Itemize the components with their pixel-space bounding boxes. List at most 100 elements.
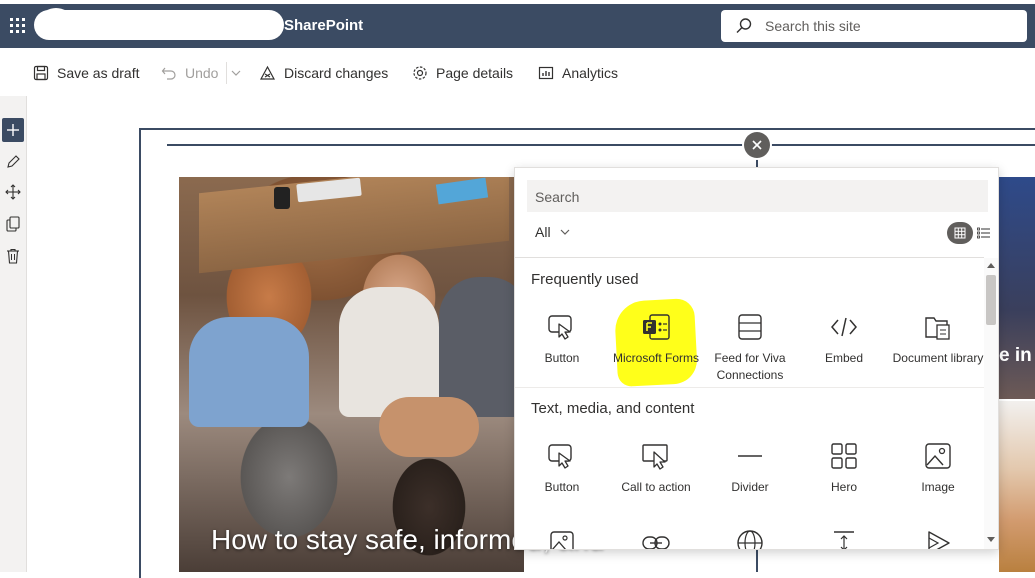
hero-icon xyxy=(829,439,859,473)
globe-icon xyxy=(735,526,765,549)
undo-button[interactable]: Undo xyxy=(161,62,218,84)
document-library-icon xyxy=(923,310,953,344)
page-details-label: Page details xyxy=(436,65,514,81)
hands-photo-detail xyxy=(379,397,479,457)
person-photo-detail xyxy=(439,277,524,417)
site-name[interactable]: SharePoint xyxy=(284,17,363,34)
discard-icon xyxy=(259,65,276,80)
web-part-image[interactable]: Image xyxy=(891,439,984,519)
web-part-label: Button xyxy=(544,480,580,494)
view-toggle[interactable] xyxy=(947,222,991,244)
phone-photo-detail xyxy=(274,187,290,209)
hero-tile-image[interactable] xyxy=(999,401,1035,572)
image-icon xyxy=(923,439,953,473)
section-title-frequently-used: Frequently used xyxy=(531,271,639,288)
delete-icon[interactable] xyxy=(2,244,24,268)
app-launcher-icon[interactable] xyxy=(10,18,26,34)
web-part-call-to-action[interactable]: Call to action xyxy=(609,439,703,519)
web-part-label: Image xyxy=(921,480,955,494)
toolbox-search-placeholder: Search xyxy=(535,189,580,205)
add-icon[interactable] xyxy=(2,118,24,142)
analytics-icon xyxy=(538,66,554,80)
category-filter-label: All xyxy=(535,224,551,240)
chevron-down-icon xyxy=(560,229,569,235)
section-divider xyxy=(515,387,984,388)
web-part-label: Document library xyxy=(892,351,984,365)
search-input[interactable]: Search this site xyxy=(765,18,861,34)
redacted-org-name xyxy=(34,10,284,40)
web-part-stream[interactable] xyxy=(891,526,984,549)
search-icon xyxy=(735,17,753,40)
toolbox-scrollbar[interactable] xyxy=(984,258,998,549)
hero-tile-title: e in xyxy=(999,345,1032,366)
grid-view-icon[interactable] xyxy=(947,222,973,244)
site-search-box[interactable]: Search this site xyxy=(721,10,1027,42)
move-icon[interactable] xyxy=(2,180,24,204)
web-part-hero[interactable]: Hero xyxy=(797,439,891,519)
save-as-draft-label: Save as draft xyxy=(57,65,140,81)
section-title-text-media-content: Text, media, and content xyxy=(531,400,695,417)
link-icon xyxy=(641,526,671,549)
analytics-button[interactable]: Analytics xyxy=(538,62,618,84)
web-part-label: Feed for Viva Connections xyxy=(714,351,786,382)
suite-bar: SharePoint Search this site xyxy=(0,0,1035,48)
section-toolbar xyxy=(0,96,27,572)
button-icon xyxy=(547,310,577,344)
button-icon xyxy=(547,439,577,473)
chevron-down-icon[interactable] xyxy=(230,66,242,84)
web-part-label: Embed xyxy=(824,351,864,365)
scroll-down-icon[interactable] xyxy=(987,537,995,543)
list-view-icon[interactable] xyxy=(977,227,991,239)
person-photo-detail xyxy=(189,317,309,427)
close-icon xyxy=(752,140,762,150)
close-toolbox-button[interactable] xyxy=(744,132,770,158)
web-part-label: Microsoft Forms xyxy=(612,351,699,365)
web-part-list: Frequently used Button Microsoft Forms F… xyxy=(515,258,984,549)
undo-separator xyxy=(226,62,227,84)
undo-icon xyxy=(161,67,176,80)
web-part-button[interactable]: Button xyxy=(515,439,609,519)
divider-icon xyxy=(735,439,765,473)
web-part-label: Divider xyxy=(731,480,769,494)
web-part-document-library[interactable]: Document library xyxy=(891,310,984,390)
category-filter-dropdown[interactable]: All xyxy=(535,224,571,240)
embed-icon xyxy=(829,310,859,344)
discard-changes-button[interactable]: Discard changes xyxy=(259,62,388,84)
web-part-site-activity[interactable] xyxy=(703,526,797,549)
gear-icon xyxy=(413,66,427,80)
command-bar xyxy=(0,48,1035,96)
web-part-label: Hero xyxy=(830,480,857,494)
feed-icon xyxy=(735,310,765,344)
add-web-part-line xyxy=(167,144,1035,146)
web-part-image-gallery[interactable] xyxy=(515,526,609,549)
toolbox-connector xyxy=(756,550,758,572)
hero-image[interactable] xyxy=(179,177,524,572)
microsoft-forms-icon xyxy=(641,310,671,344)
stream-icon xyxy=(923,526,953,549)
web-part-microsoft-forms[interactable]: Microsoft Forms xyxy=(609,310,703,390)
hero-tile-image[interactable]: e in xyxy=(999,177,1035,399)
call-to-action-icon xyxy=(641,439,671,473)
scrollbar-thumb[interactable] xyxy=(986,275,996,325)
web-part-label: Call to action xyxy=(621,480,691,494)
image-gallery-icon xyxy=(547,526,577,549)
web-part-link[interactable] xyxy=(609,526,703,549)
page-details-button[interactable]: Page details xyxy=(412,62,513,84)
edit-icon[interactable] xyxy=(2,150,24,174)
web-part-divider[interactable]: Divider xyxy=(703,439,797,519)
web-part-feed-for-viva-connections[interactable]: Feed for Viva Connections xyxy=(703,310,797,390)
undo-label: Undo xyxy=(185,65,219,81)
save-icon xyxy=(33,65,49,81)
web-part-label: Button xyxy=(544,351,580,365)
discard-changes-label: Discard changes xyxy=(284,65,389,81)
duplicate-icon[interactable] xyxy=(2,212,24,236)
web-part-button[interactable]: Button xyxy=(515,310,609,390)
analytics-label: Analytics xyxy=(562,65,619,81)
spacer-icon xyxy=(829,526,859,549)
scroll-up-icon[interactable] xyxy=(987,262,995,268)
web-part-embed[interactable]: Embed xyxy=(797,310,891,390)
web-part-spacer[interactable] xyxy=(797,526,891,549)
save-as-draft-button[interactable]: Save as draft xyxy=(33,62,140,84)
toolbox-search-input[interactable]: Search xyxy=(527,180,988,212)
web-part-toolbox: Search All Frequently used Button Micros… xyxy=(514,167,999,550)
